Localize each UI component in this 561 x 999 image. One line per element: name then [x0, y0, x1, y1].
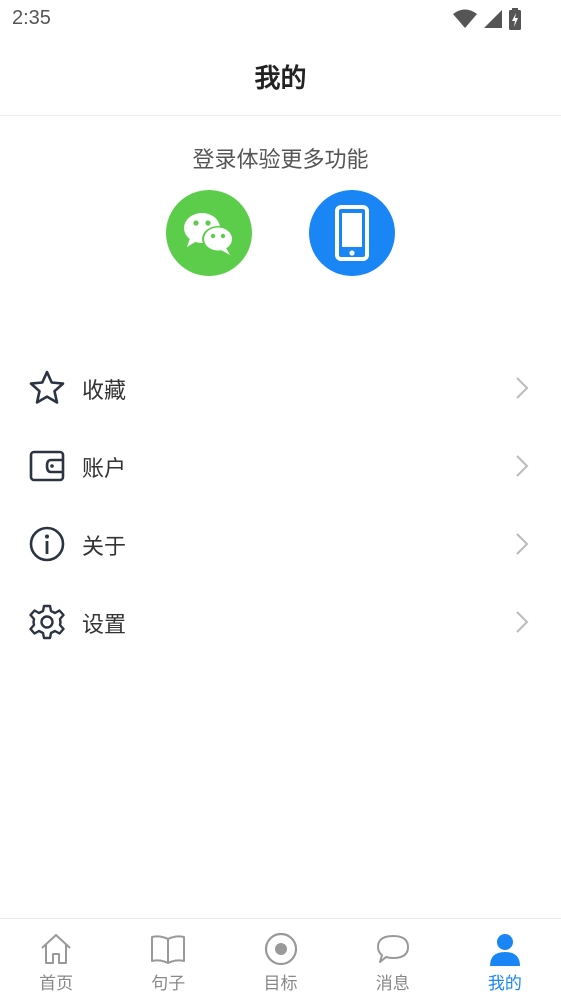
menu-item-label: 账户 — [82, 457, 127, 482]
tab-messages[interactable]: 消息 — [337, 919, 449, 999]
menu-item-label: 收藏 — [82, 379, 127, 404]
menu-item-settings[interactable]: 设置 — [0, 583, 561, 661]
tab-label: 首页 — [39, 974, 74, 994]
smartphone-icon — [335, 205, 369, 261]
battery-charging-icon — [509, 8, 521, 30]
page-title: 我的 — [254, 64, 307, 94]
bottom-tab-bar: 首页 句子 目标 消息 我的 — [0, 918, 561, 999]
target-icon — [264, 932, 297, 966]
tab-label: 句子 — [151, 974, 186, 994]
star-icon — [29, 370, 65, 404]
header: 我的 — [0, 40, 561, 116]
wallet-icon — [29, 450, 65, 482]
login-hint: 登录体验更多功能 — [192, 148, 369, 173]
chevron-right-icon — [516, 377, 529, 399]
tab-label: 目标 — [263, 974, 298, 994]
tab-goals[interactable]: 目标 — [224, 919, 336, 999]
tab-label: 我的 — [487, 974, 522, 994]
menu-item-label: 设置 — [82, 613, 127, 638]
wechat-icon — [184, 213, 234, 255]
chevron-right-icon — [516, 533, 529, 555]
menu-item-favorites[interactable]: 收藏 — [0, 349, 561, 427]
status-time: 2:35 — [12, 7, 51, 29]
book-icon — [151, 935, 186, 964]
menu-item-label: 关于 — [82, 535, 127, 560]
wechat-login-button[interactable] — [166, 190, 252, 276]
chevron-right-icon — [516, 455, 529, 477]
tab-label: 消息 — [375, 974, 410, 994]
user-icon — [489, 934, 520, 966]
status-icons — [453, 8, 521, 30]
menu-item-about[interactable]: 关于 — [0, 505, 561, 583]
phone-login-button[interactable] — [309, 190, 395, 276]
chat-bubble-icon — [376, 935, 409, 963]
info-icon — [29, 526, 65, 562]
chevron-right-icon — [516, 611, 529, 633]
tab-mine[interactable]: 我的 — [449, 919, 561, 999]
home-icon — [41, 934, 71, 964]
cell-signal-icon — [484, 10, 502, 28]
wifi-icon — [453, 9, 477, 28]
menu-item-account[interactable]: 账户 — [0, 427, 561, 505]
gear-icon — [29, 604, 65, 640]
tab-home[interactable]: 首页 — [0, 919, 112, 999]
tab-sentences[interactable]: 句子 — [112, 919, 224, 999]
status-bar: 2:35 — [0, 0, 561, 40]
